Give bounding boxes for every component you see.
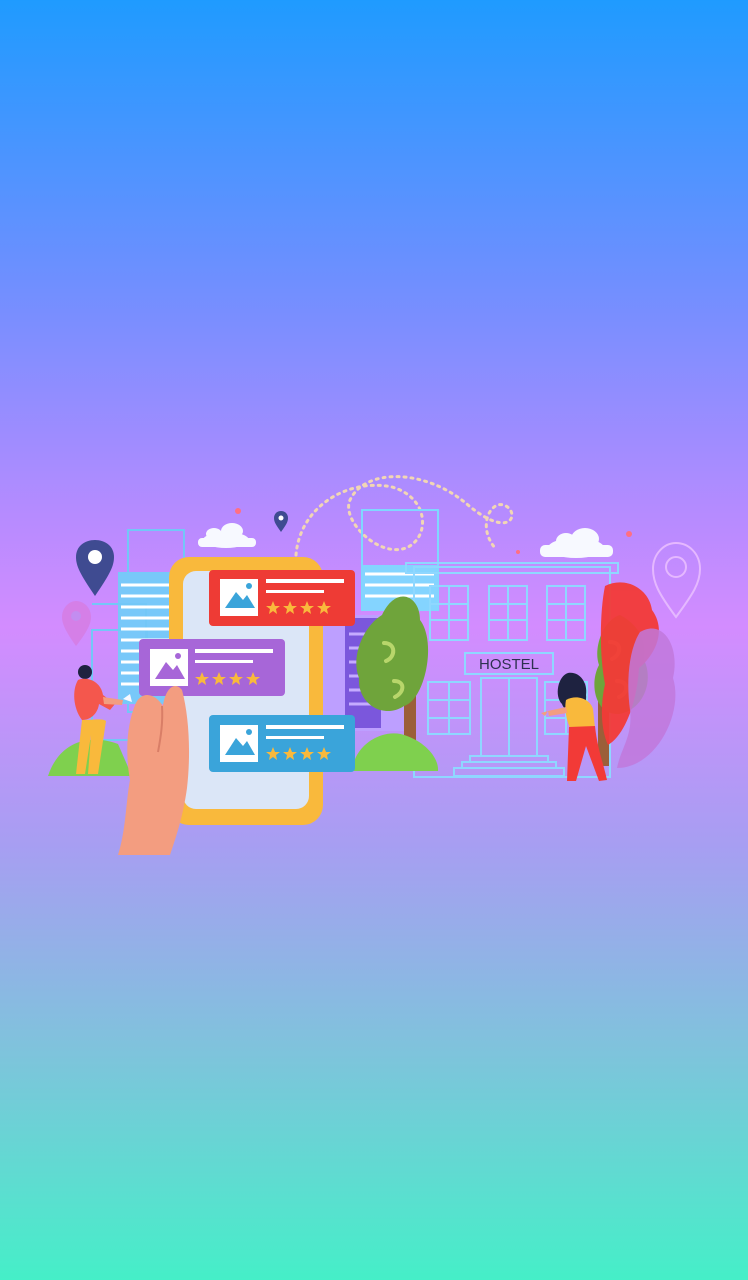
review-card	[139, 639, 285, 696]
hostel-sign-text: HOSTEL	[479, 656, 539, 673]
review-card	[209, 715, 355, 772]
location-pin-icon	[274, 511, 288, 532]
review-card	[209, 570, 355, 626]
cloud-icon	[198, 523, 256, 548]
cloud-icon	[540, 528, 613, 558]
hostel-review-illustration: HOSTEL	[48, 475, 702, 855]
dotted-travel-path	[294, 475, 514, 557]
location-pin-icon	[62, 601, 91, 646]
location-pin-icon	[76, 540, 114, 596]
splash-screen: HOSTEL	[0, 0, 748, 1280]
location-pin-icon	[651, 541, 702, 619]
